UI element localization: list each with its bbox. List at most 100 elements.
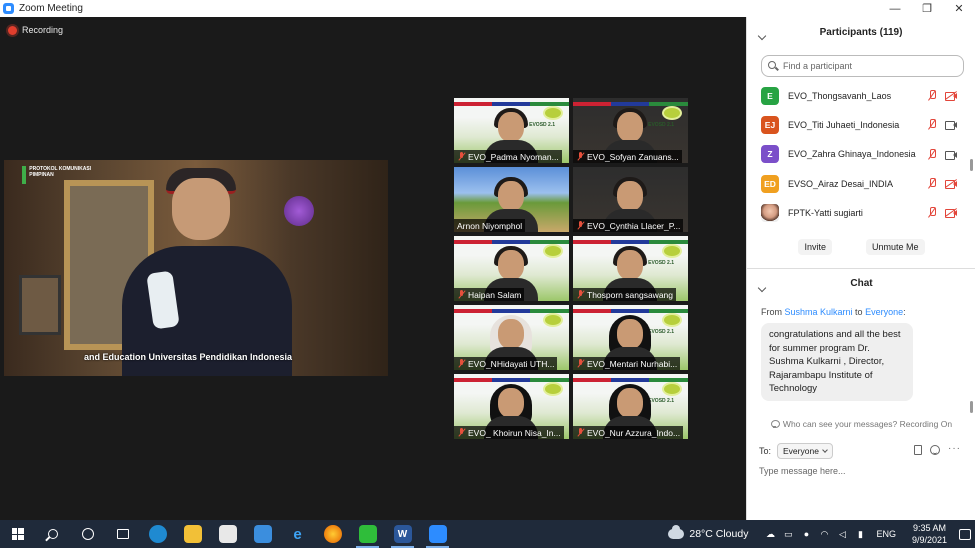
recipient-value: Everyone xyxy=(783,446,819,456)
meeting-view: Recording PROTOKOL KOMUNIKASI PIMPINAN a… xyxy=(0,17,746,520)
taskbar-zoom[interactable] xyxy=(420,520,455,548)
taskbar-mail[interactable] xyxy=(245,520,280,548)
cortana-icon xyxy=(81,528,94,540)
chat-scrollbar[interactable] xyxy=(970,401,973,413)
video-tile[interactable]: EVOSD 2.1 EVO_Sofyan Zanuans... xyxy=(573,98,688,163)
participant-row[interactable]: FPTK-Yatti sugiarti xyxy=(747,198,967,227)
participant-row[interactable]: ED EVSO_Airaz Desai_INDIA xyxy=(747,169,967,198)
tile-name: EVO_NHidayati UTH... xyxy=(468,358,555,369)
video-tile[interactable]: EVO_Cynthia Llacer_P... xyxy=(573,167,688,232)
taskbar-file-explorer[interactable] xyxy=(175,520,210,548)
video-tile[interactable]: EVOSD 2.1 EVO_Mentari Nurhabi... xyxy=(573,305,688,370)
sender-name[interactable]: Sushma Kulkarni xyxy=(785,307,853,317)
avatar: EJ xyxy=(761,115,779,134)
participants-scrollbar[interactable] xyxy=(970,159,973,171)
taskbar-edge[interactable] xyxy=(140,520,175,548)
video-on-icon[interactable] xyxy=(945,120,957,131)
mic-muted-icon[interactable] xyxy=(927,207,938,218)
task-view-icon xyxy=(116,529,129,539)
mic-muted-icon xyxy=(576,221,585,230)
taskbar-store[interactable] xyxy=(210,520,245,548)
volume-icon[interactable]: ◁ xyxy=(836,528,848,540)
word-icon: W xyxy=(393,525,412,543)
notification-icon[interactable] xyxy=(959,528,971,540)
taskbar-word[interactable]: W xyxy=(385,520,420,548)
video-on-icon[interactable] xyxy=(945,150,957,160)
participant-row[interactable]: E EVO_Thongsavanh_Laos xyxy=(747,81,967,110)
collapse-participants-button[interactable] xyxy=(757,26,767,41)
battery-icon[interactable]: ▮ xyxy=(854,528,866,540)
language-indicator[interactable]: ENG xyxy=(876,529,896,539)
video-tile[interactable]: Arnon Niyomphol xyxy=(454,167,569,232)
tile-name: Haipan Salam xyxy=(468,289,522,300)
network-icon[interactable]: ◠ xyxy=(818,528,830,540)
recording-indicator[interactable]: Recording xyxy=(8,25,63,35)
minimize-button[interactable]: — xyxy=(879,0,911,17)
clock[interactable]: 9:35 AM 9/9/2021 xyxy=(912,522,947,546)
tile-badge-text: EVOSD 2.1 xyxy=(648,398,674,404)
video-tile[interactable]: EVO_NHidayati UTH... xyxy=(454,305,569,370)
taskbar-line[interactable] xyxy=(350,520,385,548)
message-visibility-note[interactable]: Who can see your messages? Recording On xyxy=(747,419,975,429)
taskbar-firefox[interactable] xyxy=(315,520,350,548)
collapse-chat-button[interactable] xyxy=(757,278,767,293)
cortana-button[interactable] xyxy=(70,520,105,548)
mic-muted-icon[interactable] xyxy=(927,119,938,130)
video-tile[interactable]: EVOSD 2.1 EVO_Nur Azzura_Indo... xyxy=(573,374,688,439)
participant-list: E EVO_Thongsavanh_Laos EJ EVO_Titi Juhae… xyxy=(747,81,967,227)
video-off-icon[interactable] xyxy=(944,208,958,219)
video-tile[interactable]: EVO_ Khoirun Nisa_In... xyxy=(454,374,569,439)
close-button[interactable]: ✕ xyxy=(943,0,975,17)
participant-search-input[interactable] xyxy=(783,61,953,71)
more-options-icon[interactable]: ··· xyxy=(948,444,961,455)
speaker-face xyxy=(172,178,230,240)
video-off-icon[interactable] xyxy=(944,91,958,101)
system-tray: 28°C Cloudy ☁ ▭ ● ◠ ◁ ▮ ENG 9:35 AM 9/9/… xyxy=(668,520,975,548)
active-speaker-video[interactable]: PROTOKOL KOMUNIKASI PIMPINAN and Educati… xyxy=(4,160,388,376)
logo-mark-icon xyxy=(22,166,27,184)
video-tile[interactable]: Haipan Salam xyxy=(454,236,569,301)
orchid-decoration xyxy=(284,196,314,226)
mic-muted-icon[interactable] xyxy=(927,148,938,160)
file-icon[interactable] xyxy=(914,445,922,455)
recipient-name[interactable]: Everyone xyxy=(865,307,903,317)
microphone-icon[interactable]: ● xyxy=(800,528,812,540)
video-off-icon[interactable] xyxy=(944,178,958,189)
side-panel: Participants (119) E EVO_Thongsavanh_Lao… xyxy=(746,17,975,520)
mic-muted-icon[interactable] xyxy=(927,177,938,189)
tile-name: EVO_ Khoirun Nisa_In... xyxy=(468,427,561,438)
start-button[interactable] xyxy=(0,520,35,548)
taskbar-search-button[interactable] xyxy=(35,520,70,548)
task-view-button[interactable] xyxy=(105,520,140,548)
participant-row[interactable]: EJ EVO_Titi Juhaeti_Indonesia xyxy=(747,110,967,139)
taskbar-ie[interactable]: e xyxy=(280,520,315,548)
video-tile[interactable]: EVOSD 2.1 Thosporn sangsawang xyxy=(573,236,688,301)
unmute-me-button[interactable]: Unmute Me xyxy=(865,239,925,255)
weather-widget[interactable]: 28°C Cloudy xyxy=(668,525,748,540)
onedrive-icon[interactable]: ☁ xyxy=(764,528,776,540)
mic-muted-icon xyxy=(457,290,466,299)
tile-name: EVO_Nur Azzura_Indo... xyxy=(587,427,681,438)
participant-search[interactable] xyxy=(761,55,964,77)
restore-button[interactable]: ❐ xyxy=(911,0,943,17)
participant-row[interactable]: Z EVO_Zahra Ghinaya_Indonesia xyxy=(747,140,967,169)
folder-icon xyxy=(183,525,202,543)
recipient-select[interactable]: Everyone xyxy=(777,443,833,459)
avatar: E xyxy=(761,86,779,105)
chat-recipient-row: To: Everyone xyxy=(759,443,833,459)
emoji-icon[interactable] xyxy=(930,445,940,455)
chevron-down-icon xyxy=(757,31,767,41)
evosd-logo-icon xyxy=(662,313,682,327)
video-tile[interactable]: EVOSD 2.1 EVO_Padma Nyoman... xyxy=(454,98,569,163)
tile-name: Thosporn sangsawang xyxy=(587,289,674,300)
desk-photo-frame xyxy=(19,275,61,335)
chat-message-input[interactable] xyxy=(759,462,964,480)
system-icon[interactable]: ▭ xyxy=(782,528,794,540)
participants-title: Participants (119) xyxy=(819,26,903,38)
mail-icon xyxy=(253,525,272,543)
invite-button[interactable]: Invite xyxy=(798,239,832,255)
firefox-icon xyxy=(323,525,342,543)
record-icon xyxy=(8,25,17,35)
chat-title: Chat xyxy=(850,277,873,289)
mic-muted-icon[interactable] xyxy=(927,90,938,101)
